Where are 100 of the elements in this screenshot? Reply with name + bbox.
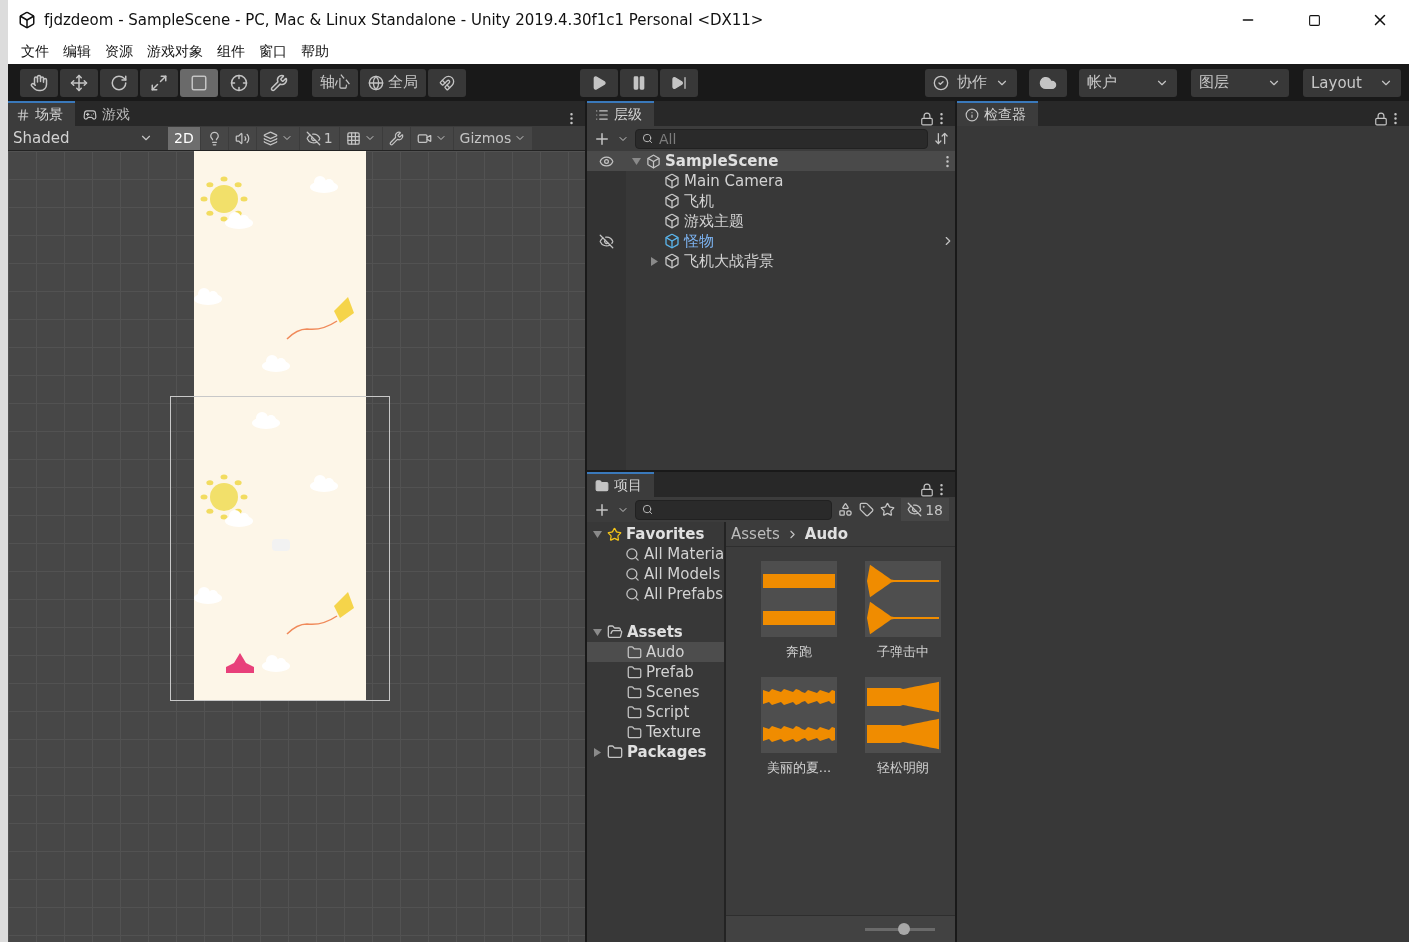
expand-arrow-icon[interactable] — [649, 256, 659, 266]
pivot-button[interactable]: 轴心 — [312, 68, 358, 97]
breadcrumb-item[interactable]: Audo — [804, 525, 849, 543]
pause-button[interactable] — [620, 68, 658, 97]
speaker-icon — [234, 130, 250, 146]
audio-button[interactable] — [228, 126, 256, 150]
hierarchy-item[interactable]: 飞机 — [684, 191, 714, 211]
globe-icon — [368, 74, 384, 91]
cloud-button[interactable] — [1029, 68, 1067, 97]
account-dropdown[interactable]: 帐户 — [1079, 68, 1177, 97]
tools-button[interactable] — [382, 126, 410, 150]
folder-icon — [627, 664, 642, 680]
cube-icon — [646, 153, 661, 169]
panel-tab[interactable]: 项目 — [587, 472, 654, 497]
hidden-objects-button[interactable]: 1 — [299, 126, 339, 150]
hierarchy-item[interactable]: 怪物 — [684, 231, 714, 251]
rect-tool-icon — [190, 73, 208, 92]
rect-tool-button[interactable] — [180, 68, 218, 97]
lock-icon — [920, 483, 934, 497]
effects-button[interactable] — [256, 126, 299, 150]
waveform-thumbnail[interactable] — [761, 677, 837, 753]
waveform-thumbnail[interactable] — [865, 561, 941, 637]
menu-item[interactable]: 帮助 — [294, 43, 336, 61]
rotate-tool-button[interactable] — [100, 68, 138, 97]
menu-item[interactable]: 游戏对象 — [140, 43, 210, 61]
menu-item[interactable]: 资源 — [98, 43, 140, 61]
transform-tool-button[interactable] — [220, 68, 258, 97]
collab-dropdown[interactable]: 协作 — [925, 68, 1017, 97]
breadcrumb-item[interactable]: Assets — [731, 525, 780, 543]
tree-item[interactable]: All Models — [644, 565, 721, 583]
panel-tab[interactable]: 游戏 — [75, 101, 142, 126]
pause-icon — [631, 74, 647, 91]
expand-arrow-icon[interactable] — [631, 156, 641, 166]
magnet-icon — [439, 74, 455, 91]
expand-arrow-icon[interactable] — [592, 529, 602, 539]
shading-dropdown[interactable]: Shaded — [8, 125, 158, 151]
check-icon — [933, 74, 949, 91]
scale-tool-button[interactable] — [140, 68, 178, 97]
tree-item[interactable]: Favorites — [626, 525, 705, 543]
hierarchy-item[interactable]: 游戏主题 — [684, 211, 744, 231]
folder-icon — [627, 644, 642, 660]
tree-item[interactable]: All Prefabs — [644, 585, 724, 603]
tree-item[interactable]: Scenes — [646, 683, 700, 701]
play-button[interactable] — [580, 68, 618, 97]
tools-tool-button[interactable] — [260, 68, 298, 97]
maximize-icon[interactable] — [1307, 13, 1321, 27]
move-tool-button[interactable] — [60, 68, 98, 97]
layers-dropdown[interactable]: 图层 — [1191, 68, 1289, 97]
hand-icon — [30, 73, 48, 92]
snap-button[interactable] — [428, 68, 466, 97]
camera-button[interactable] — [410, 126, 453, 150]
visibility-icon — [599, 153, 614, 169]
panel-tab[interactable]: 层级 — [587, 101, 654, 126]
waveform-thumbnail[interactable] — [865, 677, 941, 753]
global-button[interactable]: 全局 — [360, 68, 426, 97]
hierarchy-item[interactable]: Main Camera — [684, 172, 784, 190]
menu-item[interactable]: 组件 — [210, 43, 252, 61]
list-icon — [595, 107, 609, 122]
file-name: 美丽的夏... — [766, 759, 832, 777]
search-field[interactable] — [635, 499, 833, 520]
lighting-button[interactable] — [200, 126, 228, 150]
menu-item[interactable]: 文件 — [14, 43, 56, 61]
wrench-icon — [388, 130, 404, 146]
star-icon — [880, 502, 896, 517]
file-name: 子弹击中 — [877, 643, 929, 661]
mode-2d-button[interactable]: 2D — [168, 126, 200, 150]
folder-icon — [595, 478, 609, 493]
folder-icon — [607, 624, 623, 640]
tree-item[interactable]: Assets — [627, 623, 683, 641]
expand-arrow-icon[interactable] — [592, 627, 602, 637]
grid-icon — [345, 130, 361, 146]
grid-button[interactable] — [339, 126, 382, 150]
label-filter-icon — [859, 502, 875, 517]
rotate-icon — [110, 73, 128, 92]
hidden-icon — [599, 233, 614, 249]
waveform-thumbnail[interactable] — [761, 561, 837, 637]
gamepad-icon — [83, 107, 97, 122]
scale-icon — [150, 73, 168, 92]
tree-item[interactable]: Prefab — [646, 663, 694, 681]
info-icon — [965, 107, 979, 122]
tree-item[interactable]: Texture — [646, 723, 701, 741]
menu-item[interactable]: 窗口 — [252, 43, 294, 61]
layout-dropdown[interactable]: Layout — [1303, 68, 1401, 97]
lock-icon — [1374, 112, 1388, 126]
tree-item[interactable]: Packages — [627, 743, 707, 761]
tree-item[interactable]: All Materia — [644, 545, 724, 563]
panel-tab[interactable]: 场景 — [8, 101, 75, 126]
expand-arrow-icon[interactable] — [592, 747, 602, 757]
slider-thumb[interactable] — [897, 922, 910, 935]
menu-item[interactable]: 编辑 — [56, 43, 98, 61]
hand-tool-button[interactable] — [20, 68, 58, 97]
gizmos-dropdown[interactable]: Gizmos — [453, 126, 533, 150]
step-button[interactable] — [660, 68, 698, 97]
tree-item[interactable]: Script — [646, 703, 690, 721]
folder-icon — [627, 704, 642, 720]
hidden-packages-button[interactable]: 18 — [901, 498, 949, 521]
search-icon — [642, 133, 653, 144]
panel-tab[interactable]: 检查器 — [957, 101, 1038, 126]
hierarchy-item[interactable]: 飞机大战背景 — [684, 251, 774, 271]
folder-icon — [607, 744, 623, 760]
